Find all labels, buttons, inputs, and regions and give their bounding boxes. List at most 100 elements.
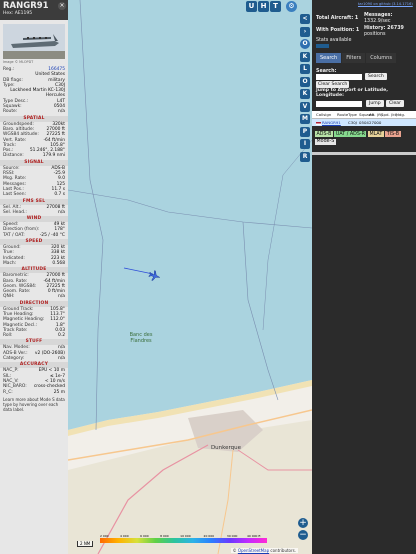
jump-input[interactable]: [316, 101, 362, 107]
search-button[interactable]: Search: [365, 73, 387, 80]
map-button-h[interactable]: H: [258, 1, 269, 12]
jump-button[interactable]: Jump: [366, 100, 384, 107]
side-button-2[interactable]: O: [300, 39, 310, 49]
aircraft-info-panel: RANGR91 Hex: AE1195 × Image © MLOPDT Reg…: [0, 0, 68, 554]
table-cell: [396, 119, 406, 126]
maritime-boundary-2: [68, 189, 312, 229]
column-header[interactable]: Squawk: [359, 111, 374, 118]
info-key: Roll:: [3, 333, 13, 339]
close-icon[interactable]: ×: [58, 2, 66, 10]
table-cell: C30J: [348, 120, 357, 125]
hex-code: AE1195: [14, 11, 33, 16]
info-value: 0.2: [58, 333, 65, 339]
aircraft-details: Reg.: 166475 United States DB flags: militar…: [0, 67, 68, 115]
table-cell: 0504: [359, 120, 369, 125]
info-key: Last Seen:: [3, 192, 26, 198]
column-header[interactable]: [406, 111, 414, 118]
info-key: Distance:: [3, 153, 24, 159]
column-header[interactable]: Spd. (kt): [381, 111, 398, 118]
detail-value: Lockheed Martin KC-130J Hercules: [10, 88, 65, 99]
source-legend: ADS-B UAT / ADS-R MLAT TIS-B Mode-S: [315, 131, 415, 146]
side-button-7[interactable]: V: [300, 101, 310, 112]
info-row: Mach: 0.568: [0, 261, 68, 266]
map-label-bank: Banc des Flandres: [129, 332, 153, 344]
table-row[interactable]: RANGR91 C30J 0504 27000: [312, 119, 416, 126]
alt-tick: 10 000: [180, 534, 191, 538]
legend-badge: UAT / ADS-R: [334, 131, 367, 137]
history-label: History: 26739: [364, 26, 404, 31]
info-row: Sel. Head.: n/a: [0, 210, 68, 215]
side-button-4[interactable]: L: [300, 64, 310, 74]
detail-key: Route:: [3, 109, 18, 115]
detail-value: n/a: [58, 109, 65, 115]
table-scrollbar[interactable]: [312, 152, 416, 155]
info-key: Mach:: [3, 260, 17, 266]
info-row: Roll: 0.2: [0, 333, 68, 338]
clear-search-button[interactable]: Clear Search: [316, 81, 350, 88]
side-button-8[interactable]: M: [300, 114, 310, 124]
side-button-3[interactable]: K: [300, 51, 310, 62]
tab-search[interactable]: Search: [316, 53, 342, 63]
settings-gear-icon[interactable]: ⚙: [286, 1, 297, 12]
info-row: Last Seen: 0.7 s: [0, 192, 68, 197]
table-cell: [381, 119, 396, 126]
sidebar-panel: tar1090 on github (3.14.1716) Total Airc…: [312, 0, 416, 554]
side-button-0[interactable]: <: [300, 14, 310, 24]
info-key: R_C:: [3, 389, 13, 395]
scale-bar: 2 NM: [77, 541, 94, 547]
version-link[interactable]: tar1090 on github (3.14.1716): [358, 2, 413, 6]
total-aircraft: Total Aircraft: 1: [316, 16, 359, 21]
tab-columns[interactable]: Columns: [366, 53, 396, 63]
tab-filters[interactable]: Filters: [342, 53, 366, 63]
zoom-out-button[interactable]: −: [298, 530, 308, 540]
footer-note: Learn more about Mode S data type by hov…: [3, 396, 65, 412]
aircraft-photo[interactable]: [3, 24, 65, 59]
alt-tick: 8 000: [160, 534, 169, 538]
info-value: 0.7 s: [54, 192, 65, 198]
stats-button[interactable]: [316, 44, 329, 48]
side-button-9[interactable]: P: [300, 126, 310, 137]
info-row: Category: n/a: [0, 356, 68, 361]
side-button-6[interactable]: K: [300, 89, 310, 99]
column-header[interactable]: Alt. (ft): [369, 111, 383, 118]
detail-key: Reg.:: [3, 67, 15, 72]
side-button-5[interactable]: O: [300, 76, 310, 87]
info-value: n/a: [58, 209, 65, 215]
with-position: With Position: 1: [316, 28, 360, 33]
column-header[interactable]: Type: [348, 111, 359, 118]
maritime-boundary-4: [262, 139, 312, 331]
attribution-link[interactable]: OpenStreetMap: [238, 548, 269, 553]
info-key: TAT / OAT:: [3, 232, 25, 238]
map-button-u[interactable]: U: [246, 1, 257, 12]
clear-jump-button[interactable]: Clear: [386, 100, 405, 107]
map-view[interactable]: Banc des Flandres Dunkerque U H T ⚙ + − …: [68, 0, 312, 554]
info-key: Category:: [3, 356, 25, 362]
info-header: RANGR91 Hex: AE1195 ×: [0, 0, 68, 20]
column-header[interactable]: Route: [337, 111, 348, 118]
info-value: 25 m: [53, 389, 65, 395]
info-value: n/a: [58, 356, 65, 362]
side-button-column: < › O K L O K V M P I R: [300, 14, 312, 164]
info-value: -25 / -40 °C: [39, 232, 65, 238]
legend-badge: Mode-S: [315, 138, 336, 145]
column-header[interactable]: Hdg.: [396, 111, 406, 118]
messages-label: Messages:: [364, 13, 393, 18]
search-input[interactable]: [316, 74, 362, 80]
side-button-11[interactable]: R: [300, 151, 310, 162]
legend-badge: TIS-B: [385, 131, 401, 137]
column-header[interactable]: Callsign: [316, 111, 337, 118]
aircraft-photo-image: [3, 24, 65, 59]
side-button-1[interactable]: ›: [300, 26, 310, 37]
alt-tick: 2 000: [100, 534, 109, 538]
info-row: Distance: 179.9 nmi: [0, 153, 68, 158]
maritime-boundary-1: [79, 0, 104, 431]
zoom-in-button[interactable]: +: [298, 518, 308, 528]
side-button-10[interactable]: I: [300, 139, 310, 149]
messages-value: 1332.9/sec: [364, 19, 391, 24]
map-button-t[interactable]: T: [270, 1, 281, 12]
info-row: QNH: n/a: [0, 294, 68, 299]
maritime-boundary-3: [242, 221, 279, 401]
photo-caption: Image © MLOPDT: [3, 60, 34, 64]
altitude-legend: 2 000 4 000 6 000 8 000 10 000 20 000 30…: [100, 534, 267, 543]
stats-link[interactable]: Stats available: [316, 38, 351, 43]
